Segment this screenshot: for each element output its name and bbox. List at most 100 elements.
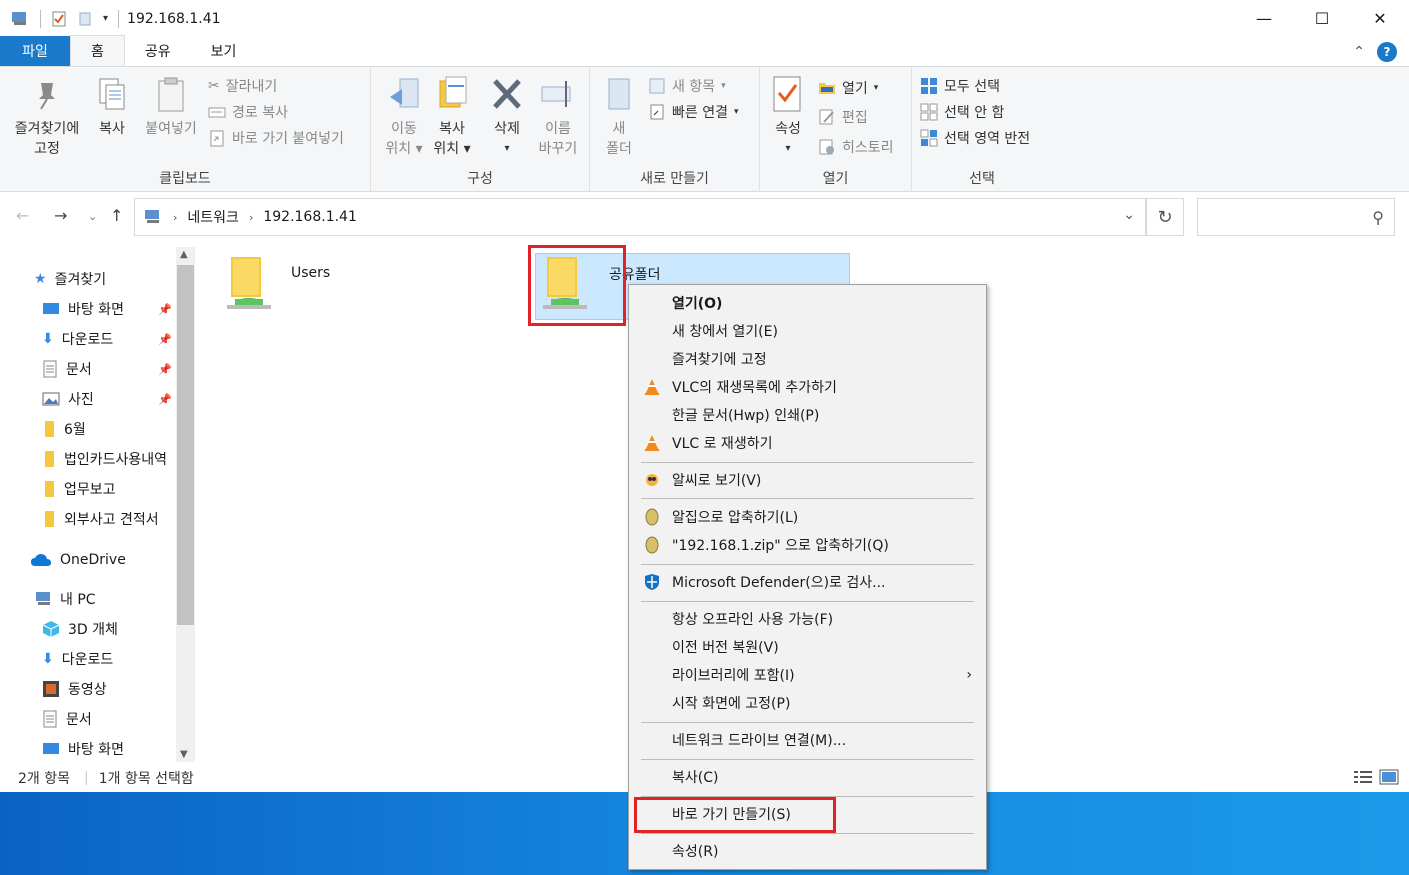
folder-item-users[interactable]: Users bbox=[225, 255, 330, 315]
nav-favorites[interactable]: ★ 즐겨찾기 bbox=[34, 267, 106, 291]
breadcrumb-host[interactable]: 192.168.1.41 bbox=[263, 209, 357, 225]
menu-item-open-new-window[interactable]: 새 창에서 열기(E) bbox=[631, 317, 984, 345]
menu-item-pin-start[interactable]: 시작 화면에 고정(P) bbox=[631, 689, 984, 717]
refresh-button[interactable]: ↻ bbox=[1146, 198, 1184, 236]
invert-selection-button[interactable]: 선택 영역 반전 bbox=[920, 126, 1030, 150]
properties-button[interactable]: 속성 ▾ bbox=[768, 75, 808, 159]
menu-item-label: 알씨로 보기(V) bbox=[672, 473, 762, 489]
nav-scrollbar[interactable]: ▲ ▼ bbox=[176, 247, 195, 762]
details-view-icon[interactable] bbox=[1353, 769, 1373, 785]
menu-item-pin-quick-access[interactable]: 즐겨찾기에 고정 bbox=[631, 345, 984, 373]
nav-item-3d-objects[interactable]: 3D 개체 bbox=[42, 617, 118, 641]
customize-dropdown-icon[interactable]: ▾ bbox=[103, 13, 108, 24]
menu-item-label: 한글 문서(Hwp) 인쇄(P) bbox=[672, 408, 820, 424]
address-dropdown-icon[interactable]: ⌄ bbox=[1123, 207, 1135, 223]
menu-item-always-offline[interactable]: 항상 오프라인 사용 가능(F) bbox=[631, 605, 984, 633]
invert-selection-icon bbox=[920, 129, 938, 147]
paste-button[interactable]: 붙여넣기 bbox=[140, 75, 202, 139]
menu-item-restore-previous[interactable]: 이전 버전 복원(V) bbox=[631, 633, 984, 661]
search-input[interactable] bbox=[1198, 199, 1358, 233]
new-folder-icon[interactable] bbox=[77, 11, 93, 27]
rename-button[interactable]: 이름 바꾸기 bbox=[533, 75, 583, 159]
close-button[interactable]: ✕ bbox=[1351, 0, 1409, 37]
menu-item-vlc-play[interactable]: VLC 로 재생하기 bbox=[631, 429, 984, 457]
nav-item-folder[interactable]: 외부사고 견적서 bbox=[42, 507, 159, 531]
scroll-down-icon[interactable]: ▼ bbox=[180, 749, 188, 760]
menu-item-alzip-compress[interactable]: 알집으로 압축하기(L) bbox=[631, 503, 984, 531]
nav-item-downloads[interactable]: ⬇ 다운로드 📌 bbox=[42, 327, 172, 351]
forward-button[interactable]: → bbox=[54, 206, 67, 225]
nav-item-videos[interactable]: 동영상 bbox=[42, 677, 107, 701]
folder-open-icon bbox=[819, 83, 835, 94]
nav-item-label: 다운로드 bbox=[61, 332, 114, 348]
new-folder-label-line2: 폴더 bbox=[606, 141, 632, 157]
large-icons-view-icon[interactable] bbox=[1379, 769, 1399, 785]
properties-dropdown-icon[interactable]: ▾ bbox=[785, 139, 790, 159]
scroll-thumb[interactable] bbox=[177, 265, 194, 625]
tab-view[interactable]: 보기 bbox=[191, 36, 257, 66]
history-button[interactable]: 히스토리 bbox=[818, 135, 894, 159]
menu-item-copy[interactable]: 복사(C) bbox=[631, 763, 984, 791]
move-to-button[interactable]: 이동 위치 ▾ bbox=[379, 75, 429, 159]
menu-item-map-network-drive[interactable]: 네트워크 드라이브 연결(M)... bbox=[631, 726, 984, 754]
nav-mypc[interactable]: 내 PC bbox=[34, 587, 96, 611]
tab-home[interactable]: 홈 bbox=[70, 35, 125, 66]
edit-button[interactable]: 편집 bbox=[818, 105, 868, 129]
ribbon: 즐겨찾기에 고정 복사 붙여넣기 ✂ 잘라내기 경로 복사 바로 가기 붙여넣기… bbox=[0, 67, 1409, 192]
copy-path-button[interactable]: 경로 복사 bbox=[208, 100, 288, 124]
tab-share[interactable]: 공유 bbox=[125, 36, 191, 66]
help-icon[interactable]: ? bbox=[1377, 42, 1397, 62]
open-button[interactable]: 열기 ▾ bbox=[818, 76, 878, 100]
scroll-up-icon[interactable]: ▲ bbox=[180, 249, 188, 260]
nav-item-pictures[interactable]: 사진 📌 bbox=[42, 387, 172, 411]
nav-item-desktop[interactable]: 바탕 화면 📌 bbox=[42, 297, 172, 321]
pin-to-quick-access-button[interactable]: 즐겨찾기에 고정 bbox=[8, 75, 86, 159]
up-button[interactable]: ↑ bbox=[110, 206, 123, 225]
nav-item-downloads[interactable]: ⬇ 다운로드 bbox=[42, 647, 113, 671]
maximize-button[interactable]: ☐ bbox=[1293, 0, 1351, 37]
nav-item-folder[interactable]: 법인카드사용내역 bbox=[42, 447, 167, 471]
properties-icon[interactable] bbox=[51, 11, 67, 27]
copy-to-button[interactable]: 복사 위치 ▾ bbox=[427, 75, 477, 159]
easy-access-button[interactable]: 빠른 연결 ▾ bbox=[648, 100, 739, 124]
nav-item-folder[interactable]: 6월 bbox=[42, 417, 86, 441]
cut-button[interactable]: ✂ 잘라내기 bbox=[208, 74, 277, 98]
new-folder-button[interactable]: 새 폴더 bbox=[600, 75, 638, 159]
nav-item-folder[interactable]: 업무보고 bbox=[42, 477, 116, 501]
nav-onedrive[interactable]: OneDrive bbox=[30, 548, 126, 572]
select-all-button[interactable]: 모두 선택 bbox=[920, 74, 1000, 98]
address-bar[interactable]: › 네트워크 › 192.168.1.41 ⌄ bbox=[134, 198, 1146, 236]
menu-item-hwp-print[interactable]: 한글 문서(Hwp) 인쇄(P) bbox=[631, 401, 984, 429]
paste-shortcut-button[interactable]: 바로 가기 붙여넣기 bbox=[208, 126, 344, 150]
minimize-button[interactable]: — bbox=[1235, 0, 1293, 37]
new-item-button[interactable]: 새 항목 ▾ bbox=[648, 74, 726, 98]
copy-button[interactable]: 복사 bbox=[92, 75, 132, 139]
delete-button[interactable]: 삭제 ▾ bbox=[485, 75, 529, 159]
menu-item-vlc-add-playlist[interactable]: VLC의 재생목록에 추가하기 bbox=[631, 373, 984, 401]
search-box[interactable]: ⚲ bbox=[1197, 198, 1395, 236]
menu-item-defender-scan[interactable]: Microsoft Defender(으)로 검사... bbox=[631, 568, 984, 596]
menu-item-include-library[interactable]: 라이브러리에 포함(I) › bbox=[631, 661, 984, 689]
delete-dropdown-icon[interactable]: ▾ bbox=[504, 139, 509, 159]
select-none-icon bbox=[920, 103, 938, 121]
nav-item-desktop[interactable]: 바탕 화면 bbox=[42, 737, 124, 761]
back-button[interactable]: ← bbox=[16, 206, 29, 225]
folder-item-label: Users bbox=[291, 265, 331, 281]
item-count: 2개 항목 bbox=[18, 771, 70, 787]
pin-icon: 📌 bbox=[158, 332, 172, 346]
select-none-button[interactable]: 선택 안 함 bbox=[920, 100, 1004, 124]
nav-item-documents[interactable]: 문서 📌 bbox=[42, 357, 172, 381]
collapse-ribbon-icon[interactable]: ⌃ bbox=[1353, 44, 1365, 60]
select-none-label: 선택 안 함 bbox=[944, 105, 1005, 121]
history-label: 히스토리 bbox=[842, 140, 894, 156]
menu-item-properties[interactable]: 속성(R) bbox=[631, 837, 984, 865]
menu-item-open[interactable]: 열기(O) bbox=[631, 289, 984, 317]
breadcrumb-network[interactable]: 네트워크 bbox=[187, 207, 239, 227]
recent-locations-dropdown[interactable]: ⌄ bbox=[88, 210, 97, 223]
nav-item-label: 업무보고 bbox=[64, 482, 116, 498]
nav-item-documents[interactable]: 문서 bbox=[42, 707, 92, 731]
tab-file[interactable]: 파일 bbox=[0, 36, 70, 66]
menu-item-alsee-view[interactable]: 알씨로 보기(V) bbox=[631, 466, 984, 494]
nav-mypc-label: 내 PC bbox=[60, 592, 96, 608]
menu-item-alzip-compress-named[interactable]: "192.168.1.zip" 으로 압축하기(Q) bbox=[631, 531, 984, 559]
